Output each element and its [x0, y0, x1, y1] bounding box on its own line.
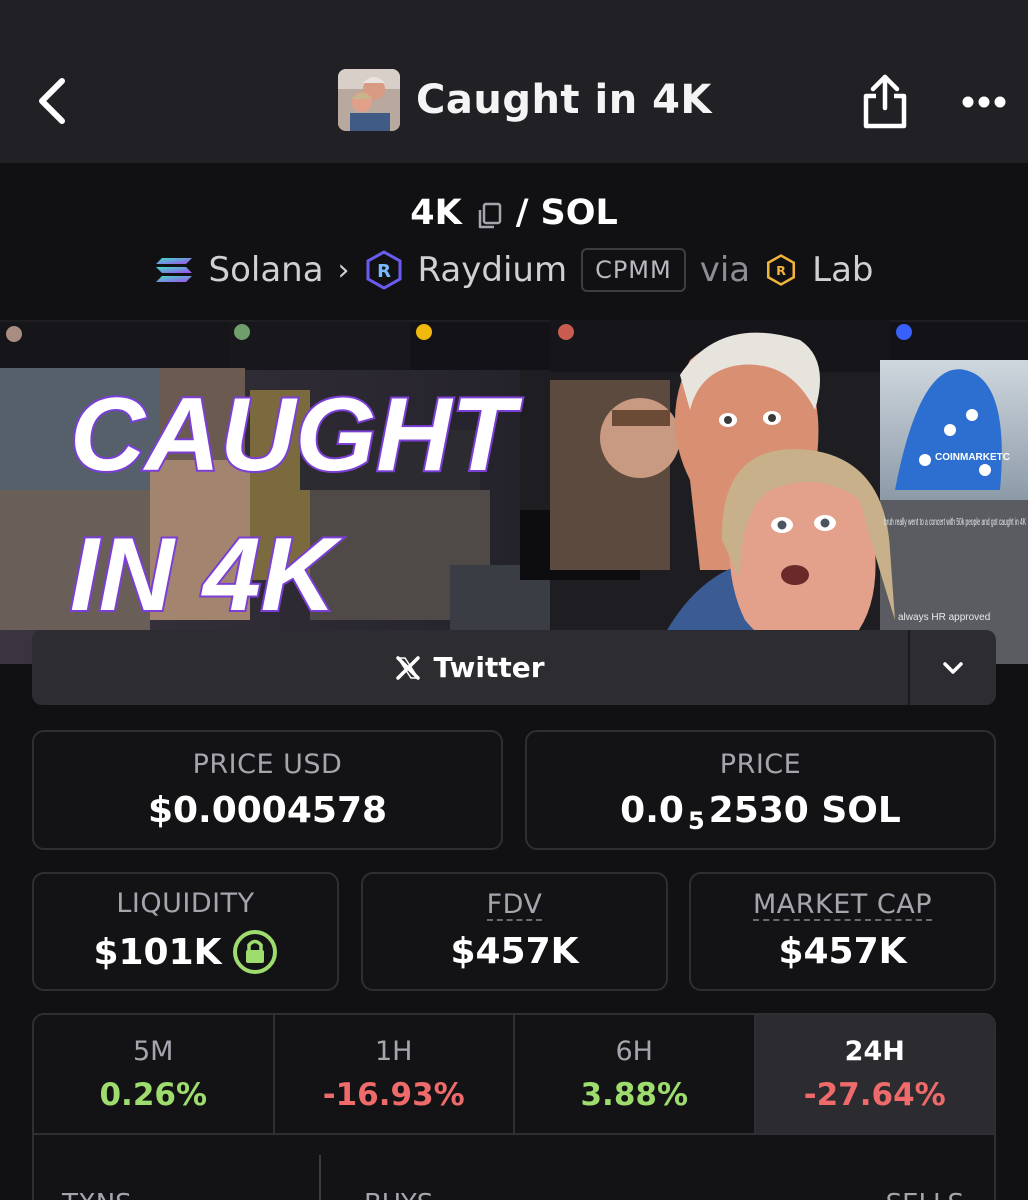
tab-change-value: 0.26%	[99, 1076, 208, 1113]
market-cap-card: MARKET CAP $457K	[689, 872, 996, 991]
dex-link[interactable]: Raydium	[418, 250, 568, 290]
sells-label: SELLS	[886, 1189, 964, 1200]
quote-token-symbol: SOL	[540, 193, 618, 233]
liquidity-value-row: $101K	[93, 929, 277, 975]
pair-separator: /	[515, 193, 529, 233]
twitter-button[interactable]: Twitter	[32, 630, 908, 705]
lock-icon[interactable]	[232, 929, 278, 975]
tab-label: 6H	[615, 1035, 653, 1067]
pair-header: 4K / SOL	[0, 190, 1028, 236]
solana-logo-icon	[156, 258, 193, 282]
tab-change-value: -16.93%	[322, 1076, 465, 1113]
social-links-bar: Twitter	[32, 630, 996, 705]
price-usd-card: PRICE USD $0.0004578	[32, 730, 503, 850]
liquidity-label: LIQUIDITY	[116, 888, 255, 919]
banner-caption-text: bruh really went to a concert with 50k p…	[884, 517, 1026, 528]
price-zero-count: 5	[687, 806, 705, 835]
txns-label: TXNS	[62, 1189, 132, 1200]
fdv-card: FDV $457K	[361, 872, 668, 991]
token-avatar	[338, 69, 400, 131]
back-button[interactable]	[30, 76, 74, 126]
tab-5m[interactable]: 5M 0.26%	[34, 1015, 275, 1133]
liquidity-card: LIQUIDITY $101K	[32, 872, 339, 991]
price-suffix: 2530 SOL	[708, 790, 901, 831]
liquidity-value: $101K	[93, 931, 222, 973]
banner-caption-text-2: always HR approved	[898, 612, 990, 623]
txns-row: TXNS BUYS SELLS	[34, 1135, 994, 1200]
market-cap-value: $457K	[778, 931, 907, 973]
fdv-label[interactable]: FDV	[486, 890, 543, 922]
timeframe-tabs: 5M 0.26% 1H -16.93% 6H 3.88% 24H -27.64%	[34, 1015, 994, 1135]
tab-change-value: -27.64%	[803, 1076, 946, 1113]
price-native-label: PRICE	[719, 749, 802, 780]
price-prefix: 0.0	[620, 790, 684, 831]
svg-text:R: R	[776, 264, 786, 279]
price-usd-label: PRICE USD	[192, 749, 343, 780]
copy-address-button[interactable]	[474, 200, 504, 230]
svg-text:R: R	[377, 261, 391, 282]
price-usd-value: $0.0004578	[147, 790, 388, 831]
share-icon	[863, 74, 907, 129]
price-native-card: PRICE 0.0 5 2530 SOL	[525, 730, 996, 850]
launchpad-link[interactable]: Lab	[812, 250, 873, 290]
price-change-panel: 5M 0.26% 1H -16.93% 6H 3.88% 24H -27.64%…	[32, 1013, 996, 1200]
banner-headline-line2: IN 4K	[70, 517, 343, 633]
chevron-right-icon: ›	[337, 252, 350, 288]
tab-6h[interactable]: 6H 3.88%	[515, 1015, 756, 1133]
page-title: Caught in 4K	[416, 77, 712, 123]
network-link[interactable]: Solana	[208, 250, 323, 290]
pool-type-badge: CPMM	[581, 248, 686, 292]
tab-label: 24H	[844, 1035, 905, 1067]
chain-breadcrumb: Solana › R Raydium CPMM via R Lab	[0, 246, 1028, 294]
token-banner-image: CAUGHT IN 4K COINMARKETC bruh really wen…	[0, 320, 1028, 664]
social-dropdown-button[interactable]	[910, 630, 996, 705]
fdv-value: $457K	[450, 931, 579, 973]
twitter-label: Twitter	[433, 651, 545, 684]
tab-label: 1H	[375, 1035, 413, 1067]
price-native-value: 0.0 5 2530 SOL	[620, 790, 901, 835]
banner-headline-line1: CAUGHT	[70, 377, 522, 493]
copy-icon	[478, 202, 501, 229]
more-options-button[interactable]	[958, 82, 1010, 122]
top-nav-bar: Caught in 4K	[0, 0, 1028, 163]
divider	[319, 1155, 321, 1200]
tab-24h[interactable]: 24H -27.64%	[755, 1015, 994, 1133]
market-cap-label[interactable]: MARKET CAP	[753, 890, 932, 922]
via-label: via	[699, 250, 751, 290]
share-button[interactable]	[858, 72, 912, 132]
more-horizontal-icon	[962, 96, 1006, 108]
banner-brand-text: COINMARKETC	[935, 452, 1010, 463]
tab-change-value: 3.88%	[580, 1076, 689, 1113]
chevron-left-icon	[39, 78, 65, 124]
lab-logo-icon: R	[767, 254, 796, 286]
buys-label: BUYS	[364, 1189, 433, 1200]
raydium-logo-icon: R	[366, 250, 402, 290]
chevron-down-icon	[943, 661, 963, 674]
base-token-symbol: 4K	[410, 193, 462, 233]
title-group: Caught in 4K	[338, 68, 712, 132]
x-logo-icon	[396, 655, 421, 680]
tab-label: 5M	[133, 1035, 174, 1067]
tab-1h[interactable]: 1H -16.93%	[275, 1015, 515, 1133]
